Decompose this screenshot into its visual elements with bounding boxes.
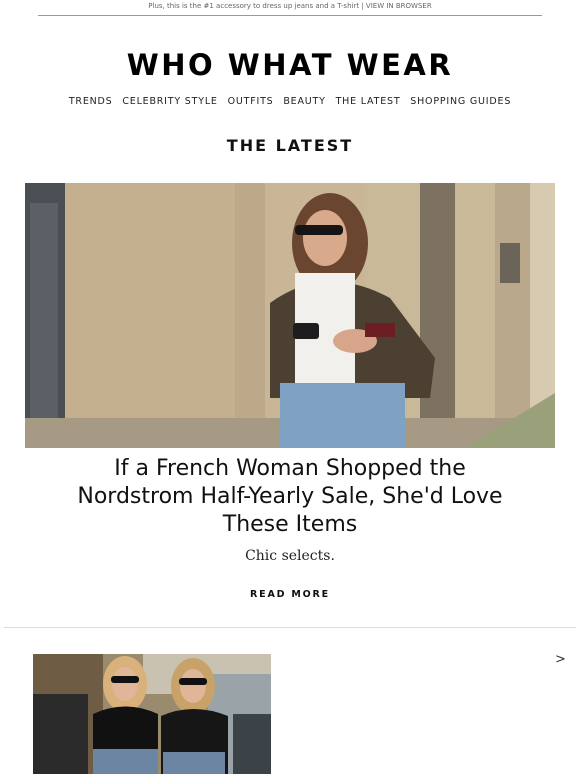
nav-item-trends[interactable]: TRENDS bbox=[69, 96, 113, 107]
read-more-link[interactable]: READ MORE bbox=[0, 589, 580, 600]
nav-item-celebrity-style[interactable]: CELEBRITY STYLE bbox=[122, 96, 217, 107]
article-dek: Chic selects. bbox=[245, 548, 335, 564]
next-article-image[interactable] bbox=[33, 654, 271, 774]
preheader: Plus, this is the #1 accessory to dress … bbox=[0, 0, 580, 14]
nav-item-outfits[interactable]: OUTFITS bbox=[228, 96, 274, 107]
preheader-separator: | bbox=[361, 2, 364, 10]
preheader-text: Plus, this is the #1 accessory to dress … bbox=[148, 2, 360, 10]
view-in-browser-link[interactable]: VIEW IN BROWSER bbox=[366, 2, 432, 10]
nav-item-shopping-guides[interactable]: SHOPPING GUIDES bbox=[410, 96, 511, 107]
hero-photo-illustration bbox=[25, 183, 555, 448]
article-headline[interactable]: If a French Woman Shopped the Nordstrom … bbox=[60, 455, 520, 539]
section-divider bbox=[4, 627, 576, 628]
main-nav: TRENDS CELEBRITY STYLE OUTFITS BEAUTY TH… bbox=[0, 95, 580, 109]
nav-item-beauty[interactable]: BEAUTY bbox=[283, 96, 325, 107]
nav-item-the-latest[interactable]: THE LATEST bbox=[336, 96, 401, 107]
top-rule bbox=[38, 15, 542, 16]
section-title: THE LATEST bbox=[226, 136, 354, 155]
next-arrow-icon[interactable]: > bbox=[555, 652, 566, 667]
hero-image[interactable] bbox=[25, 183, 555, 448]
next-article-photo-illustration bbox=[33, 654, 271, 774]
brand-logo[interactable]: WHO WHAT WEAR bbox=[0, 46, 580, 84]
